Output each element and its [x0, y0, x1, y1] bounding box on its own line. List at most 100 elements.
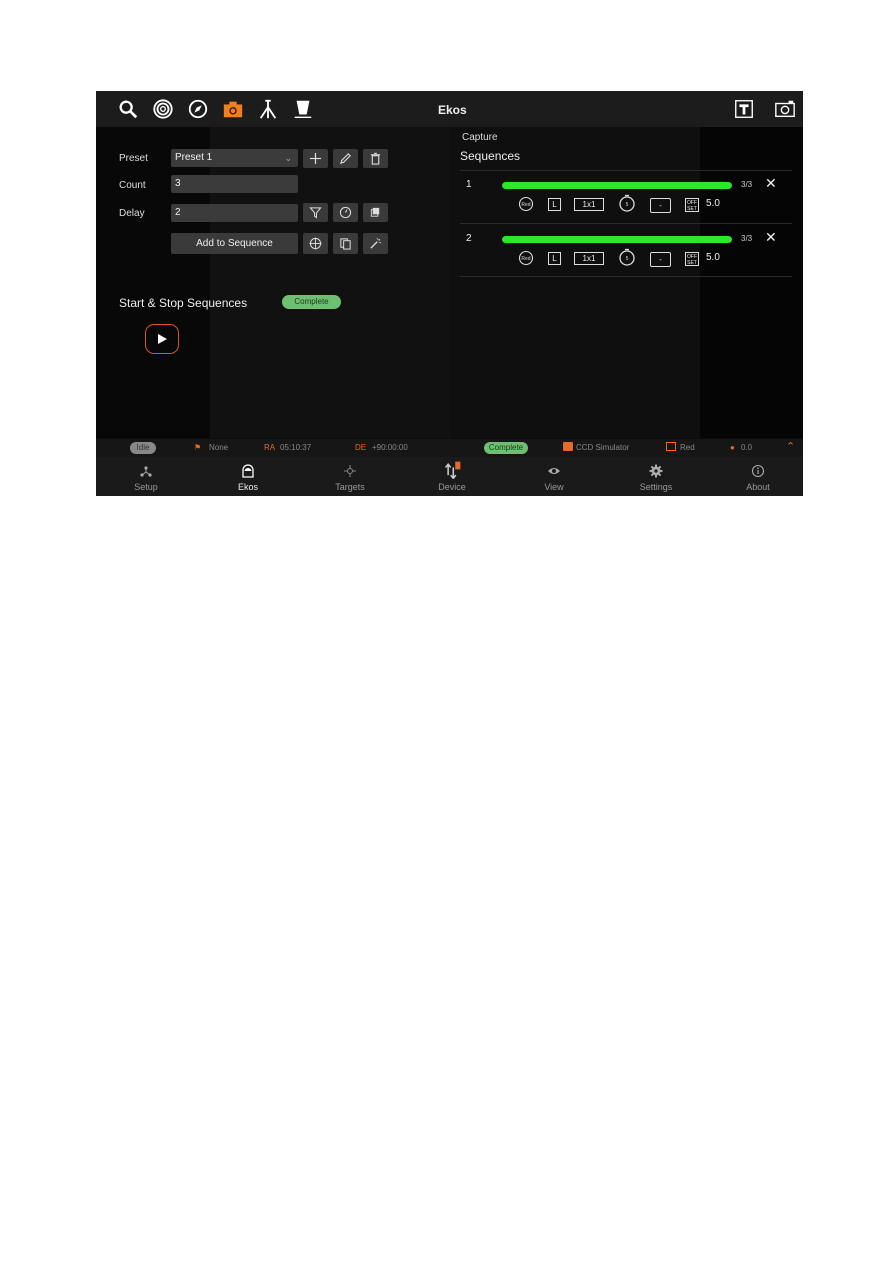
bottom-navigation: Setup Ekos Targets Device View Settings …	[96, 457, 803, 496]
about-icon	[751, 464, 765, 478]
sequence-progress-bar	[502, 182, 732, 189]
capture-status-badge: Complete	[484, 442, 528, 454]
binning-badge: 1x1	[574, 198, 604, 211]
targets-icon	[344, 465, 356, 477]
compass-icon[interactable]	[186, 97, 210, 121]
sequence-row[interactable]: 2 3/3 ✕ Red L 1x1 5 - OFF SET 5.0	[460, 228, 792, 280]
divider	[460, 276, 792, 277]
sequences-title: Sequences	[460, 149, 521, 163]
nav-label: View	[544, 482, 564, 492]
camera-status-icon	[563, 442, 573, 451]
preset-dropdown[interactable]: Preset 1 ⌄	[171, 149, 298, 167]
add-preset-button[interactable]	[303, 149, 328, 168]
edit-preset-button[interactable]	[333, 149, 358, 168]
text-frame-icon[interactable]	[732, 97, 756, 121]
filter-settings-button[interactable]	[303, 203, 328, 222]
filter-status-icon	[666, 442, 676, 451]
view-icon	[548, 468, 560, 474]
funnel-icon	[309, 207, 322, 219]
remove-sequence-button[interactable]: ✕	[765, 229, 777, 246]
start-sequence-button[interactable]	[145, 324, 179, 354]
divider	[460, 170, 792, 171]
trash-icon	[370, 152, 381, 165]
camera-name: CCD Simulator	[576, 443, 630, 452]
target-icon[interactable]	[151, 97, 175, 121]
nav-targets[interactable]: Targets	[310, 457, 390, 496]
status-bar: Idle ⚑ None RA 05:10:37 DE +90:00:00 Com…	[96, 439, 803, 457]
offset-icon: OFF SET	[685, 252, 699, 266]
svg-text:5: 5	[626, 256, 629, 262]
plus-icon	[309, 152, 322, 165]
binning-badge: 1x1	[574, 252, 604, 265]
nav-label: Setup	[134, 482, 158, 492]
queue-settings-button[interactable]	[363, 203, 388, 222]
copy-sequence-button[interactable]	[333, 233, 358, 254]
tracking-icon: ⚑	[194, 443, 202, 452]
top-toolbar: Ekos	[96, 91, 803, 127]
filter-icon[interactable]	[291, 97, 315, 121]
sequence-index: 2	[466, 233, 472, 244]
nav-about[interactable]: About	[718, 457, 798, 496]
progress-fill	[502, 182, 732, 189]
delay-input[interactable]: 2	[171, 204, 298, 222]
exposure-timer-icon: 5	[619, 248, 635, 266]
sequence-count: 3/3	[741, 180, 753, 189]
offset-icon: OFF SET	[685, 198, 699, 212]
sequence-index: 1	[466, 179, 472, 190]
gauge-icon	[339, 206, 352, 219]
add-to-sequence-button[interactable]: Add to Sequence	[171, 233, 298, 254]
preset-value: Preset 1	[175, 152, 213, 163]
nav-label: Device	[438, 482, 466, 492]
delay-label: Delay	[119, 208, 145, 219]
svg-text:Red: Red	[521, 256, 530, 262]
filter-name: Red	[680, 443, 695, 452]
sequence-status-badge: Complete	[282, 295, 341, 309]
magic-wand-icon	[370, 238, 381, 249]
camera-icon[interactable]	[221, 97, 245, 121]
ra-label: RA	[264, 443, 276, 452]
preset-label: Preset	[119, 153, 148, 164]
divider	[460, 223, 792, 224]
gauge-settings-button[interactable]	[333, 203, 358, 222]
remove-sequence-button[interactable]: ✕	[765, 175, 777, 192]
tracking-value: None	[209, 443, 229, 452]
filter-badge: L	[548, 198, 561, 211]
count-input[interactable]: 3	[171, 175, 298, 193]
stack-icon	[370, 207, 380, 217]
frame-badge: -	[650, 198, 671, 213]
exposure-timer-icon: 5	[619, 194, 635, 212]
nav-setup[interactable]: Setup	[106, 457, 186, 496]
snapshot-icon[interactable]	[773, 97, 797, 121]
frame-type-icon: Red	[518, 250, 534, 266]
setup-icon	[140, 466, 152, 477]
target-options-button[interactable]	[303, 233, 328, 254]
sequence-progress-bar	[502, 236, 732, 243]
count-label: Count	[119, 180, 146, 191]
nav-device[interactable]: Device	[412, 457, 492, 496]
copy-icon	[340, 238, 351, 250]
delete-preset-button[interactable]	[363, 149, 388, 168]
nav-settings[interactable]: Settings	[616, 457, 696, 496]
expand-chevron-up-icon[interactable]: ⌃	[786, 440, 795, 453]
ekos-icon	[242, 464, 254, 478]
ra-value: 05:10:37	[280, 443, 312, 452]
pencil-icon	[339, 153, 351, 165]
sequence-row[interactable]: 1 3/3 ✕ Red L 1x1 5 - OFF SET 5.0	[460, 174, 792, 226]
magic-wand-button[interactable]	[363, 233, 388, 254]
offset-value: 5.0	[706, 198, 720, 209]
offset-value: 5.0	[706, 252, 720, 263]
tripod-icon[interactable]	[256, 97, 280, 121]
play-icon	[158, 334, 167, 344]
nav-view[interactable]: View	[514, 457, 594, 496]
filter-badge: L	[548, 252, 561, 265]
nav-ekos[interactable]: Ekos	[208, 457, 288, 496]
nav-label: Targets	[335, 482, 365, 492]
sequence-count: 3/3	[741, 234, 753, 243]
svg-text:5: 5	[626, 202, 629, 208]
search-icon[interactable]	[116, 97, 140, 121]
mount-status-badge: Idle	[130, 442, 156, 454]
nav-label: Ekos	[237, 482, 258, 492]
progress-fill	[502, 236, 732, 243]
nav-label: Settings	[639, 482, 673, 492]
app-title: Ekos	[438, 103, 467, 117]
